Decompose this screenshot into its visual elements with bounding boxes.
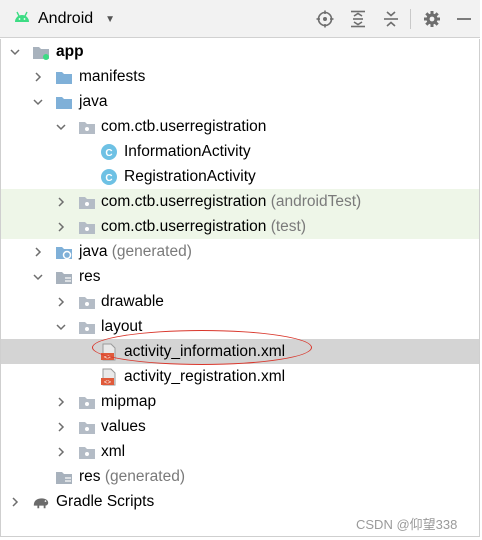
tree-label-res-generated: res (generated) <box>79 468 185 485</box>
tree-label-xml: xml <box>101 443 126 460</box>
tree-label-gradle-scripts: Gradle Scripts <box>56 493 155 510</box>
locate-icon[interactable] <box>315 9 335 29</box>
minimize-icon[interactable] <box>454 9 474 29</box>
chevron-down-icon[interactable] <box>9 46 21 58</box>
tree-item-values[interactable]: values <box>1 414 479 439</box>
chevron-right-icon[interactable] <box>55 421 67 433</box>
tree-label-activity-information: activity_information.xml <box>124 343 286 360</box>
tree-item-layout[interactable]: layout <box>1 314 479 339</box>
layout-xml-file-icon: <> <box>100 343 118 361</box>
class-icon: C <box>100 168 118 186</box>
tree-item-manifests[interactable]: manifests <box>1 64 479 89</box>
tree-item-java[interactable]: java <box>1 89 479 114</box>
folder-icon <box>55 93 73 111</box>
chevron-down-icon[interactable] <box>32 271 44 283</box>
chevron-right-icon[interactable] <box>55 396 67 408</box>
tree-item-res-generated[interactable]: res (generated) <box>1 464 479 489</box>
svg-text:<>: <> <box>104 380 112 386</box>
folder-icon <box>55 68 73 86</box>
gear-icon[interactable] <box>422 9 442 29</box>
tree-item-gradle-scripts[interactable]: Gradle Scripts <box>1 489 479 514</box>
tree-item-res[interactable]: res <box>1 264 479 289</box>
folder-icon <box>78 293 96 311</box>
tree-suffix-java-generated: (generated) <box>111 243 192 260</box>
tree-label-activity-registration: activity_registration.xml <box>124 368 286 385</box>
project-view-dropdown[interactable]: Android ▼ <box>14 0 115 38</box>
tree-item-drawable[interactable]: drawable <box>1 289 479 314</box>
chevron-right-icon[interactable] <box>9 496 21 508</box>
svg-text:C: C <box>105 148 112 159</box>
tree-label-package-android-test: com.ctb.userregistration (androidTest) <box>101 193 362 210</box>
chevron-down-icon: ▼ <box>105 13 116 25</box>
tree-label-package-test: com.ctb.userregistration (test) <box>101 218 307 235</box>
layout-xml-file-icon: <> <box>100 368 118 386</box>
tree-label-registration-activity: RegistrationActivity <box>124 168 256 185</box>
chevron-right-icon[interactable] <box>32 71 44 83</box>
chevron-right-icon[interactable] <box>32 246 44 258</box>
svg-text:C: C <box>105 173 112 184</box>
chevron-right-icon[interactable] <box>55 446 67 458</box>
resource-folder-icon <box>55 268 73 286</box>
tree-label-layout: layout <box>101 318 143 335</box>
tree-item-mipmap[interactable]: mipmap <box>1 389 479 414</box>
chevron-right-icon[interactable] <box>55 296 67 308</box>
tree-item-information-activity[interactable]: C InformationActivity <box>1 139 479 164</box>
tree-item-xml[interactable]: xml <box>1 439 479 464</box>
resource-folder-icon <box>55 468 73 486</box>
tree-label-mipmap: mipmap <box>101 393 157 410</box>
chevron-down-icon[interactable] <box>32 96 44 108</box>
tree-item-activity-information-xml[interactable]: <> activity_information.xml <box>1 339 479 364</box>
folder-icon <box>78 393 96 411</box>
chevron-down-icon[interactable] <box>55 321 67 333</box>
watermark: CSDN @仰望338 <box>356 517 458 532</box>
folder-icon <box>78 418 96 436</box>
chevron-down-icon[interactable] <box>55 121 67 133</box>
chevron-right-icon[interactable] <box>55 196 67 208</box>
tree-item-activity-registration-xml[interactable]: <> activity_registration.xml <box>1 364 479 389</box>
expand-all-icon[interactable] <box>348 9 368 29</box>
tree-item-package-android-test[interactable]: com.ctb.userregistration (androidTest) <box>1 189 479 214</box>
tree-item-registration-activity[interactable]: C RegistrationActivity <box>1 164 479 189</box>
collapse-all-icon[interactable] <box>381 9 401 29</box>
tree-label-java-generated: java (generated) <box>79 243 192 260</box>
tree-suffix-res-generated: (generated) <box>104 468 185 485</box>
tree-label-java: java <box>79 93 108 110</box>
toolbar-divider <box>410 9 411 29</box>
svg-text:<>: <> <box>104 355 112 361</box>
folder-icon <box>78 318 96 336</box>
chevron-right-icon[interactable] <box>55 221 67 233</box>
module-folder-icon <box>32 43 50 61</box>
project-view-label: Android <box>38 10 94 27</box>
project-tree: app manifests java com.ctb.userregistrat… <box>0 39 480 536</box>
panel-bottom-border <box>0 536 480 537</box>
tree-item-app[interactable]: app <box>1 39 479 64</box>
tree-item-package-test[interactable]: com.ctb.userregistration (test) <box>1 214 479 239</box>
package-icon <box>78 218 96 236</box>
folder-icon <box>78 443 96 461</box>
tree-item-java-generated[interactable]: java (generated) <box>1 239 479 264</box>
tree-item-package[interactable]: com.ctb.userregistration <box>1 114 479 139</box>
generated-folder-icon <box>55 243 73 261</box>
tree-label-package: com.ctb.userregistration <box>101 118 267 135</box>
tree-label-values: values <box>101 418 146 435</box>
tree-label-app: app <box>56 43 84 60</box>
tree-label-manifests: manifests <box>79 68 146 85</box>
android-icon <box>14 10 30 28</box>
package-icon <box>78 118 96 136</box>
tree-label-drawable: drawable <box>101 293 164 310</box>
tree-label-res: res <box>79 268 101 285</box>
package-icon <box>78 193 96 211</box>
tree-label-information-activity: InformationActivity <box>124 143 251 160</box>
class-icon: C <box>100 143 118 161</box>
project-toolbar: Android ▼ <box>0 0 480 38</box>
tree-suffix-test: (test) <box>270 218 307 235</box>
tree-suffix-android-test: (androidTest) <box>270 193 362 210</box>
gradle-elephant-icon <box>32 493 50 511</box>
